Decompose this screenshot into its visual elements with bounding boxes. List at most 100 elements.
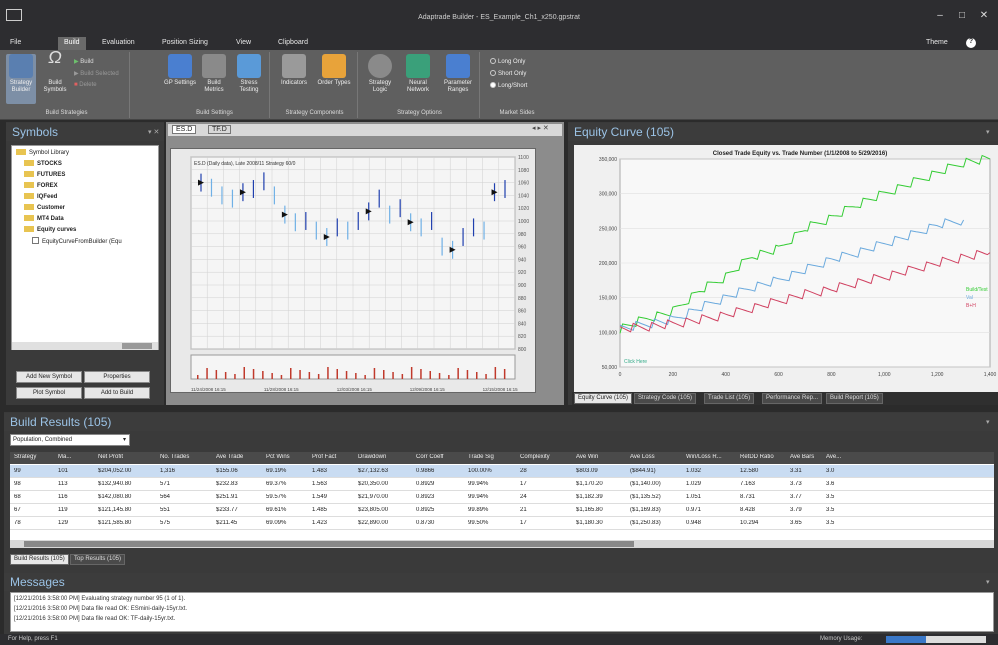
chart-nav-icon[interactable]: ◂ ▸ ✕ <box>532 124 549 132</box>
theme-menu[interactable]: Theme <box>920 37 954 50</box>
table-cell: 3.79 <box>790 507 802 513</box>
tab-trade-list[interactable]: Trade List (105) <box>704 393 755 404</box>
tab-build-results[interactable]: Build Results (105) <box>10 554 69 565</box>
order-types-button[interactable]: Order Types <box>316 54 352 87</box>
column-header[interactable]: Ave Trade <box>216 454 262 460</box>
column-header[interactable]: Ma... <box>58 454 94 460</box>
menu-tab-file[interactable]: File <box>4 37 27 50</box>
x-tick-label: 800 <box>827 372 836 378</box>
column-header[interactable]: Ave... <box>826 454 852 460</box>
radio-long-short[interactable]: Long/Short <box>490 82 527 89</box>
ribbon-group-build-settings: GP Settings Build Metrics Stress Testing… <box>160 52 270 118</box>
column-header[interactable]: Net Profit <box>98 454 156 460</box>
table-row[interactable]: 68 116 $142,080.80 564 $251.91 59.57% 1.549 $21… <box>10 491 994 504</box>
table-cell: 68 <box>14 494 21 500</box>
build-metrics-button[interactable]: Build Metrics <box>198 54 230 94</box>
y-tick-label: 150,000 <box>599 296 617 302</box>
y-tick-label: 50,000 <box>602 365 618 371</box>
column-header[interactable]: RetDD Ratio <box>740 454 786 460</box>
column-header[interactable]: No. Trades <box>160 454 212 460</box>
neural-network-button[interactable]: Neural Network <box>400 54 436 94</box>
table-cell: 3.5 <box>826 494 835 500</box>
indicators-button[interactable]: Indicators <box>276 54 312 87</box>
tree-item-symbol-library[interactable]: Symbol Library <box>16 149 69 156</box>
column-header[interactable]: Complexity <box>520 454 572 460</box>
radio-short-only[interactable]: Short Only <box>490 70 526 77</box>
volume-bar <box>476 372 478 379</box>
plot-symbol-button[interactable]: Plot Symbol <box>16 387 82 399</box>
maximize-icon[interactable]: □ <box>952 10 972 21</box>
menu-tab-evaluation[interactable]: Evaluation <box>96 37 141 50</box>
volume-bar <box>355 373 357 379</box>
tree-item-customer[interactable]: Customer <box>24 204 65 211</box>
tree-item-equity-curves[interactable]: Equity curves <box>24 226 76 233</box>
tree-item-stocks[interactable]: STOCKS <box>24 160 62 167</box>
table-cell: $155.06 <box>216 468 238 474</box>
table-row[interactable]: 99 101 $204,052.00 1,316 $155.06 69.19% 1.483 $… <box>10 465 994 478</box>
panel-menu-icon[interactable]: ▾ <box>986 578 990 586</box>
folder-icon <box>24 226 34 232</box>
population-select[interactable]: Population, Combined ▾ <box>10 434 130 446</box>
tab-equity-curve[interactable]: Equity Curve (105) <box>574 393 633 404</box>
tree-item-forex[interactable]: FOREX <box>24 182 58 189</box>
column-header[interactable]: Prof Fact <box>312 454 354 460</box>
stress-testing-button[interactable]: Stress Testing <box>232 54 266 94</box>
column-header[interactable]: Strategy <box>14 454 54 460</box>
column-header[interactable]: Corr Coeff <box>416 454 464 460</box>
tab-strategy-code[interactable]: Strategy Code (105) <box>634 393 697 404</box>
column-header[interactable]: Drawdown <box>358 454 412 460</box>
tab-performance-report[interactable]: Performance Rep... <box>762 393 823 404</box>
minimize-icon[interactable]: – <box>930 10 950 21</box>
build-symbols-button[interactable]: Ω Build Symbols <box>40 48 70 94</box>
menu-tab-view[interactable]: View <box>230 37 257 50</box>
volume-bar <box>345 371 348 379</box>
tree-item-futures[interactable]: FUTURES <box>24 171 65 178</box>
panel-menu-icon[interactable]: ▾ <box>986 418 990 426</box>
build-button[interactable]: ▶ Build <box>74 58 94 65</box>
tree-item-equity-curve-file[interactable]: EquityCurveFromBuilder (Equ <box>32 237 122 245</box>
column-header[interactable]: Ave Loss <box>630 454 682 460</box>
help-icon[interactable]: ? <box>966 38 976 48</box>
table-cell: ($844.91) <box>630 468 656 474</box>
pencil-icon <box>202 54 226 78</box>
close-icon[interactable]: ✕ <box>974 10 994 21</box>
table-row[interactable]: 67 119 $121,145.80 551 $233.77 69.61% 1.485 $23… <box>10 504 994 517</box>
strategy-builder-button[interactable]: Strategy Builder <box>6 54 36 104</box>
build-selected-button[interactable]: ▶ Build Selected <box>74 70 119 77</box>
volume-bar <box>197 375 199 379</box>
add-to-build-button[interactable]: Add to Build <box>84 387 150 399</box>
horizontal-scrollbar[interactable] <box>12 342 158 350</box>
menu-tab-clipboard[interactable]: Clipboard <box>272 37 314 50</box>
equity-chart[interactable]: Closed Trade Equity vs. Trade Number (1/… <box>574 145 998 393</box>
equity-chart-title: Closed Trade Equity vs. Trade Number (1/… <box>713 151 887 157</box>
tab-build-report[interactable]: Build Report (105) <box>826 393 883 404</box>
chart-tab-es[interactable]: ES.D <box>172 125 197 134</box>
parameter-ranges-button[interactable]: Parameter Ranges <box>438 54 478 94</box>
menu-tab-position-sizing[interactable]: Position Sizing <box>156 37 214 50</box>
column-header[interactable]: Trade Sig <box>468 454 516 460</box>
column-header[interactable]: Pct Wins <box>266 454 308 460</box>
menu-tab-build[interactable]: Build <box>58 37 86 50</box>
gp-settings-button[interactable]: GP Settings <box>164 54 196 87</box>
tab-top-results[interactable]: Top Results (105) <box>70 554 126 565</box>
table-cell: 28 <box>520 468 527 474</box>
radio-long-only[interactable]: Long Only <box>490 58 525 65</box>
series-label: Build/Test <box>966 287 988 293</box>
table-horizontal-scrollbar[interactable] <box>10 540 994 548</box>
delete-button[interactable]: ■ Delete <box>74 82 97 88</box>
chart-tab-tf[interactable]: TF.D <box>208 125 231 134</box>
table-row[interactable]: 98 113 $132,940.80 571 $232.83 69.37% 1.563 $20… <box>10 478 994 491</box>
table-row[interactable]: 78 129 $121,585.80 575 $211.45 69.09% 1.423 $22… <box>10 517 994 530</box>
price-chart[interactable]: 1100 1080 1060 1040 1020 1000 980 960 940 920 900 8… <box>170 148 536 393</box>
column-header[interactable]: Ave Bars <box>790 454 822 460</box>
panel-menu-icon[interactable]: ▾ <box>986 128 990 136</box>
add-new-symbol-button[interactable]: Add New Symbol <box>16 371 82 383</box>
panel-pin-icon[interactable]: ▾ ✕ <box>148 128 159 136</box>
properties-button[interactable]: Properties <box>84 371 150 383</box>
tree-item-mt4-data[interactable]: MT4 Data <box>24 215 64 222</box>
strategy-logic-button[interactable]: Strategy Logic <box>362 54 398 94</box>
column-header[interactable]: Ave Win <box>576 454 626 460</box>
tree-item-iqfeed[interactable]: IQFeed <box>24 193 57 200</box>
volume-bar <box>271 373 273 379</box>
column-header[interactable]: Win/Loss R... <box>686 454 736 460</box>
